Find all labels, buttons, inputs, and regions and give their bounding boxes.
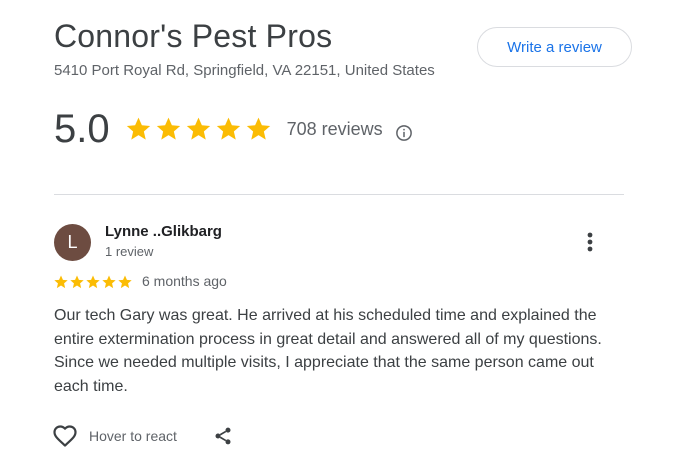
heart-icon[interactable] bbox=[52, 424, 78, 448]
review-stars bbox=[53, 274, 133, 290]
star-icon bbox=[216, 117, 240, 140]
rating-summary: 5.0 708 reviews bbox=[54, 104, 383, 154]
write-review-button[interactable]: Write a review bbox=[477, 27, 632, 67]
review-text: Our tech Gary was great. He arrived at h… bbox=[54, 307, 602, 395]
star-icon bbox=[54, 275, 68, 289]
star-icon bbox=[70, 275, 84, 289]
business-address: 5410 Port Royal Rd, Springfield, VA 2215… bbox=[54, 62, 435, 79]
star-icon bbox=[118, 275, 132, 289]
avatar[interactable]: L bbox=[54, 224, 91, 261]
star-icon bbox=[246, 117, 270, 140]
reviewer-review-count: 1 review bbox=[105, 244, 154, 259]
star-icon bbox=[156, 117, 180, 140]
section-divider bbox=[54, 194, 624, 195]
reviews-count[interactable]: 708 reviews bbox=[287, 119, 383, 140]
review-date: 6 months ago bbox=[142, 273, 227, 289]
star-icon bbox=[102, 275, 116, 289]
react-label[interactable]: Hover to react bbox=[89, 428, 177, 444]
info-icon[interactable] bbox=[395, 124, 413, 142]
average-rating: 5.0 bbox=[54, 107, 110, 151]
reviewer-name[interactable]: Lynne ..Glikbarg bbox=[105, 223, 222, 240]
star-icon bbox=[86, 275, 100, 289]
avatar-initial: L bbox=[67, 232, 78, 252]
share-icon[interactable] bbox=[213, 426, 233, 446]
star-icon bbox=[186, 117, 210, 140]
star-icon bbox=[126, 117, 150, 140]
rating-stars bbox=[124, 115, 273, 143]
more-vert-icon[interactable] bbox=[580, 230, 600, 254]
business-name: Connor's Pest Pros bbox=[54, 18, 333, 54]
